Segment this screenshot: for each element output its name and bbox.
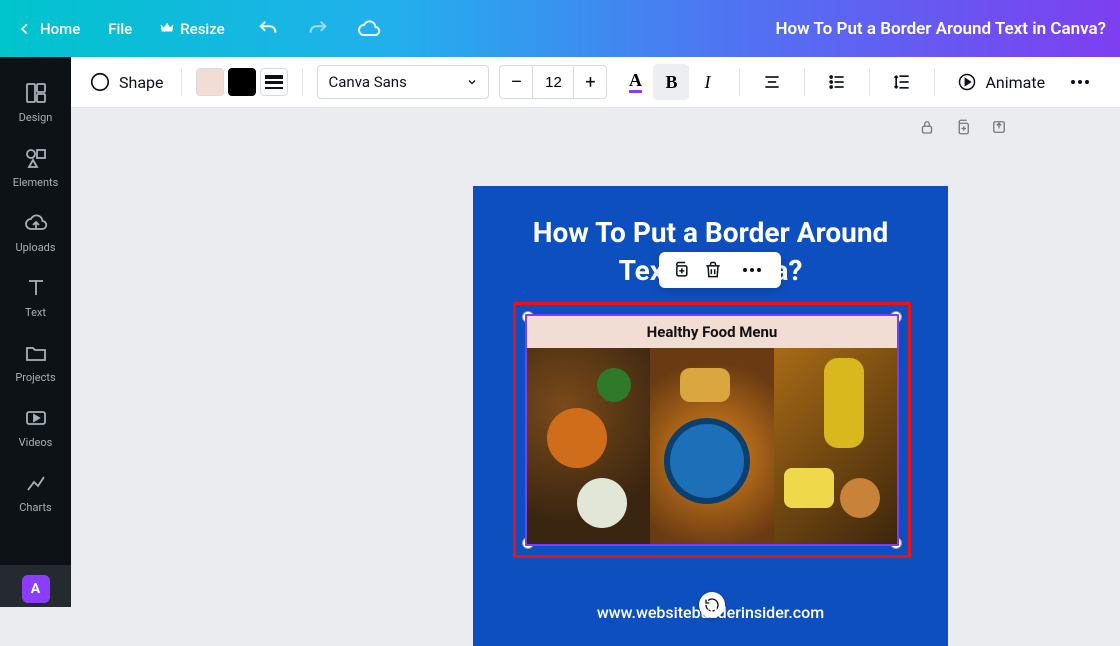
design-page[interactable]: How To Put a Border Around Text in Canva…	[473, 186, 948, 646]
shape-icon	[89, 71, 111, 93]
animate-button[interactable]: Animate	[949, 68, 1053, 96]
sidebar-label-elements: Elements	[13, 176, 59, 189]
font-name: Canva Sans	[328, 73, 406, 91]
animate-label: Animate	[985, 73, 1045, 92]
resize-label: Resize	[180, 20, 224, 38]
document-title[interactable]: How To Put a Border Around Text in Canva…	[381, 19, 1106, 39]
sidebar-label-text: Text	[25, 306, 46, 319]
text-color-button[interactable]: A	[617, 64, 653, 100]
bold-letter: B	[665, 72, 677, 93]
sidebar-item-elements[interactable]: Elements	[0, 136, 71, 201]
sidebar-label-videos: Videos	[19, 436, 53, 449]
context-toolbar: Shape Canva Sans – + A B	[71, 57, 1120, 108]
sidebar-item-charts[interactable]: Charts	[0, 461, 71, 526]
lock-icon[interactable]	[918, 118, 936, 136]
italic-button[interactable]: I	[689, 64, 725, 100]
sidebar-label-design: Design	[19, 111, 53, 124]
shape-label: Shape	[119, 73, 163, 92]
redo-button[interactable]	[307, 18, 329, 40]
canvas-area[interactable]: How To Put a Border Around Text in Canva…	[71, 108, 1120, 607]
selected-group[interactable]: Healthy Food Menu	[513, 302, 911, 558]
spacing-icon	[892, 72, 912, 92]
file-button[interactable]: File	[108, 20, 132, 38]
color-swatches	[196, 68, 288, 96]
animate-icon	[957, 72, 977, 92]
duplicate-page-icon[interactable]	[954, 118, 972, 136]
page-actions	[918, 118, 1008, 136]
sidebar-item-text[interactable]: Text	[0, 266, 71, 331]
align-icon	[762, 72, 782, 92]
font-select[interactable]: Canva Sans	[317, 65, 489, 99]
font-size-input[interactable]	[533, 65, 573, 99]
align-button[interactable]	[754, 64, 790, 100]
chevron-down-icon	[466, 76, 478, 88]
shape-button[interactable]: Shape	[85, 67, 167, 97]
food-image-2[interactable]	[650, 348, 773, 544]
border-color-swatch[interactable]	[228, 68, 256, 96]
food-images-row	[527, 348, 897, 544]
top-bar: Home File Resize How To Put a Border Aro…	[0, 0, 1120, 57]
undo-button[interactable]	[257, 18, 279, 40]
chevron-left-icon	[18, 22, 32, 36]
sidebar-item-projects[interactable]: Projects	[0, 331, 71, 396]
bold-button[interactable]: B	[653, 64, 689, 100]
file-label: File	[108, 20, 132, 38]
context-more-icon[interactable]	[735, 260, 769, 280]
fill-color-swatch[interactable]	[196, 68, 224, 96]
sidebar-item-design[interactable]: Design	[0, 71, 71, 136]
cloud-sync-icon[interactable]	[357, 17, 381, 41]
border-weight-icon	[265, 75, 283, 89]
text-element-border[interactable]: Healthy Food Menu	[525, 314, 899, 546]
font-size-increase[interactable]: +	[573, 65, 607, 99]
share-page-icon[interactable]	[990, 118, 1008, 136]
spacing-button[interactable]	[884, 64, 920, 100]
highlight-outline: Healthy Food Menu	[513, 302, 911, 558]
app-badge: A	[22, 575, 50, 603]
resize-button[interactable]: Resize	[160, 20, 224, 38]
list-icon	[827, 72, 847, 92]
border-style-button[interactable]	[260, 68, 288, 96]
footer-url: www.websitebuilderinsider.com	[473, 603, 948, 622]
home-button[interactable]: Home	[18, 20, 80, 38]
sidebar-label-uploads: Uploads	[15, 241, 55, 254]
text-color-letter: A	[629, 71, 642, 93]
home-label: Home	[40, 20, 80, 38]
sidebar-item-uploads[interactable]: Uploads	[0, 201, 71, 266]
font-size-stepper: – +	[499, 65, 607, 99]
floating-context-menu	[659, 252, 781, 288]
sidebar-item-app[interactable]: A	[0, 565, 71, 607]
menu-title-text[interactable]: Healthy Food Menu	[527, 316, 897, 348]
list-button[interactable]	[819, 64, 855, 100]
sidebar-label-projects: Projects	[15, 371, 55, 384]
food-image-1[interactable]	[527, 348, 650, 544]
sidebar-label-charts: Charts	[19, 501, 51, 514]
italic-letter: I	[704, 72, 710, 93]
more-button[interactable]	[1063, 72, 1097, 92]
food-image-3[interactable]	[774, 348, 897, 544]
crown-icon	[160, 20, 174, 38]
font-size-decrease[interactable]: –	[499, 65, 533, 99]
delete-icon[interactable]	[703, 260, 723, 280]
duplicate-icon[interactable]	[671, 260, 691, 280]
sidebar: Design Elements Uploads Text Projects Vi…	[0, 57, 71, 607]
sidebar-item-videos[interactable]: Videos	[0, 396, 71, 461]
